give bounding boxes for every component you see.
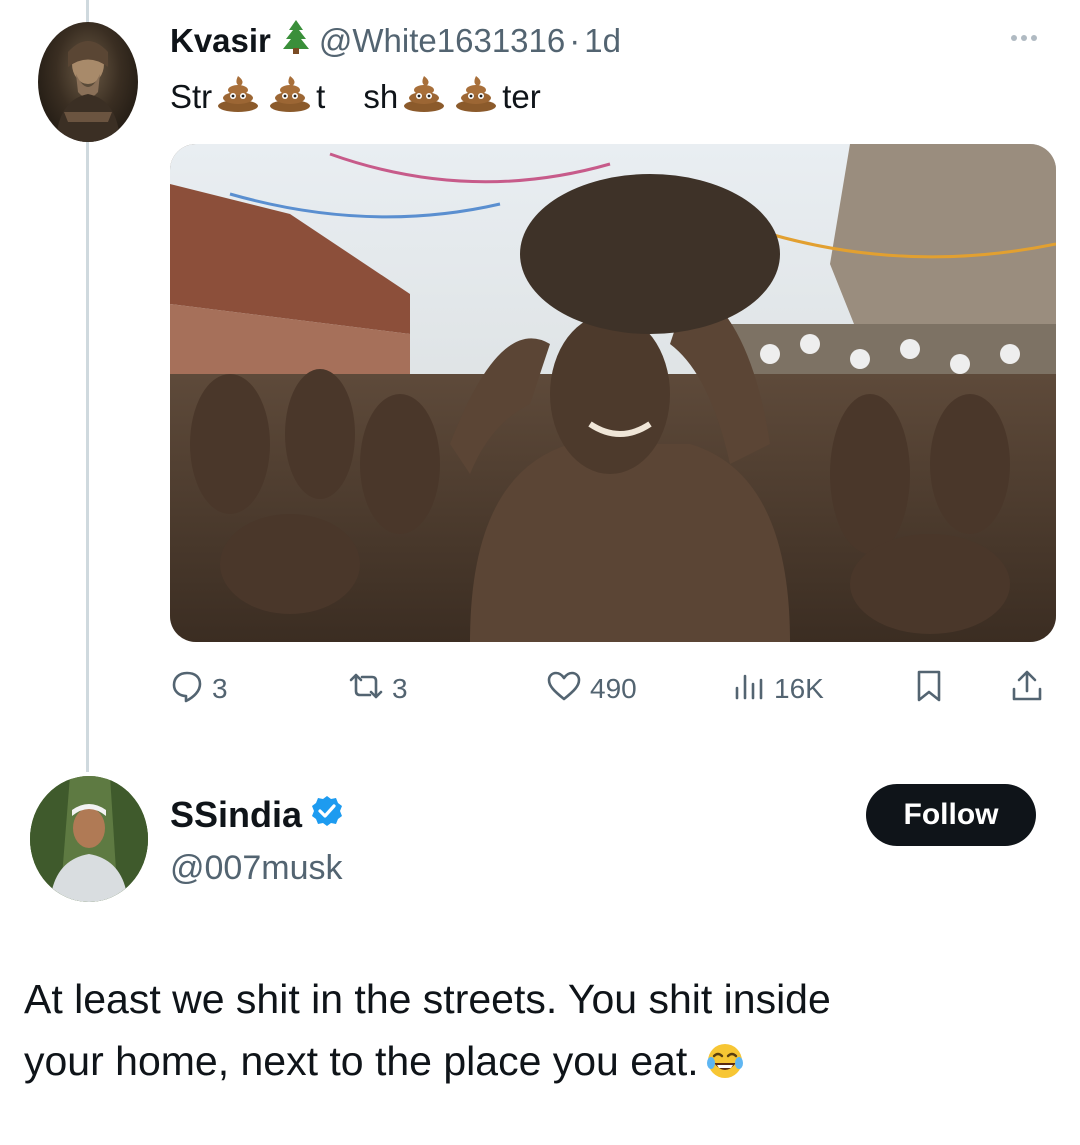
pile-of-poo-icon [268,74,312,120]
author-name[interactable]: SSindia [170,794,302,836]
views-count: 16K [774,673,824,704]
reply-button[interactable]: 3 [170,666,228,712]
tweet-actions: 3 3 490 16K [170,666,1060,712]
reply-icon [170,669,212,710]
pile-of-poo-icon [216,74,260,120]
repost-button[interactable]: 3 [348,666,408,712]
text-segment: ter [502,78,541,115]
avatar[interactable] [30,776,148,902]
pile-of-poo-icon [454,74,498,120]
repost-count: 3 [392,673,408,704]
text-segment: sh [363,78,399,115]
pile-of-poo-icon [402,74,446,120]
author-handle[interactable]: @White1631316 [319,22,565,60]
like-button[interactable]: 490 [546,666,637,712]
tweet-text-line-row: your home, next to the place you eat. [24,1030,1064,1098]
like-count: 490 [590,673,637,704]
avatar[interactable] [38,22,138,142]
bookmark-button[interactable] [914,666,952,712]
share-button[interactable] [1010,666,1052,712]
views-button[interactable]: 16K [732,666,824,712]
heart-icon [546,670,590,709]
evergreen-tree-icon [281,19,311,63]
text-segment: t [316,78,326,115]
analytics-bars-icon [732,670,774,709]
follow-button[interactable]: Follow [866,784,1036,846]
bookmark-icon [914,669,952,710]
verified-badge-icon[interactable] [310,794,344,837]
tweet-header: Kvasir @White1631316 · 1d [170,18,621,64]
separator-dot: · [569,22,581,59]
tweet-text: Str t sh ter [170,74,541,120]
author-handle[interactable]: @007musk [170,846,342,890]
tweet-text-line: At least we shit in the streets. You shi… [24,976,831,1022]
repost-icon [348,671,392,708]
face-with-tears-of-joy-icon [705,1036,745,1098]
tweet-text: At least we shit in the streets. You shi… [24,968,1064,1098]
tweet-text-line: your home, next to the place you eat. [24,1038,699,1084]
author-name-row: SSindia [170,792,344,838]
text-segment: Str [170,78,213,115]
reply-count: 3 [212,673,228,704]
share-icon [1010,669,1052,710]
post-time[interactable]: 1d [584,22,621,60]
more-options-icon[interactable] [1000,28,1048,48]
author-name[interactable]: Kvasir [170,22,271,60]
tweet-photo[interactable] [170,144,1056,642]
